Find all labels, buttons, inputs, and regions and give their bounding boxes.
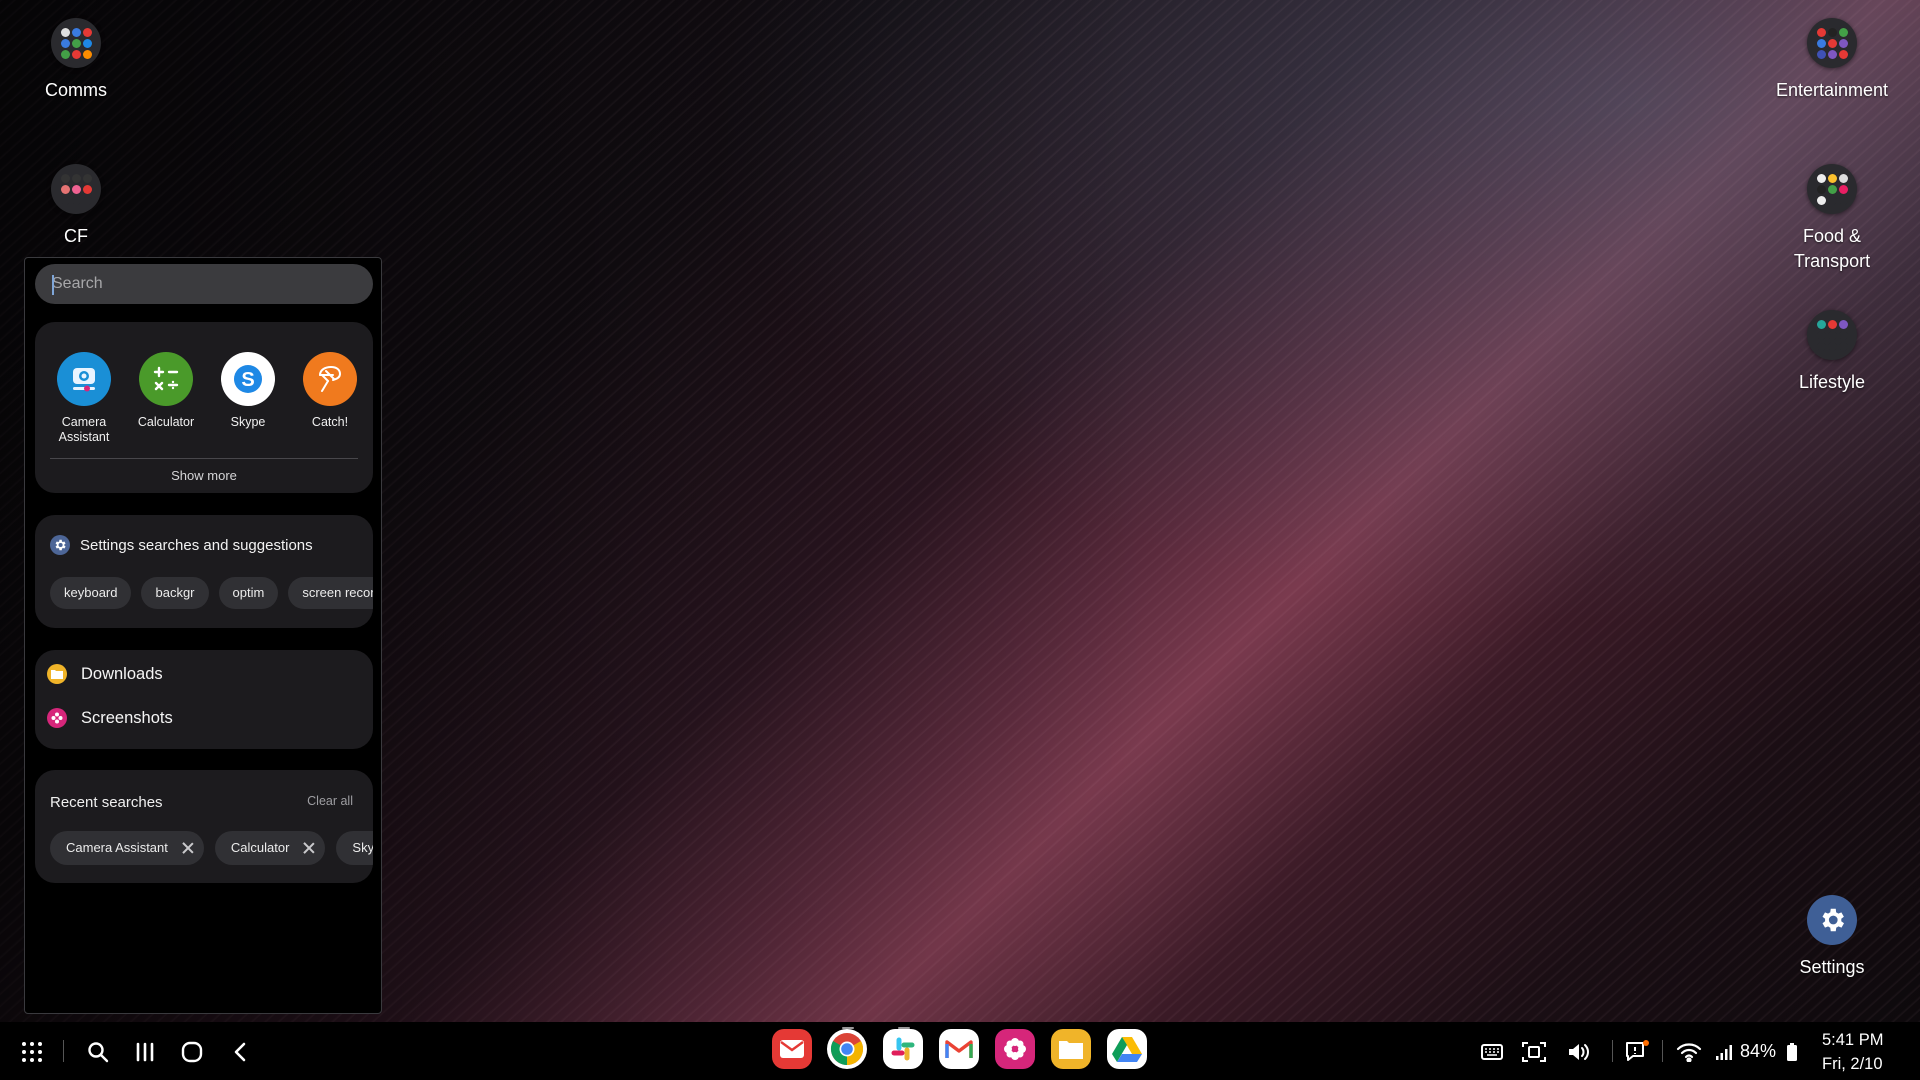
recents-icon[interactable] [129, 1036, 161, 1068]
wifi-icon[interactable] [1675, 1038, 1703, 1066]
slack-app-icon[interactable] [883, 1029, 923, 1069]
clock-date[interactable]: Fri, 2/10 [1822, 1055, 1883, 1074]
calculator-icon [139, 352, 193, 406]
suggestion-chip-backgr[interactable]: backgr [141, 577, 208, 609]
app-skype[interactable]: S Skype [207, 352, 289, 430]
suggestion-chip-optim[interactable]: optim [219, 577, 279, 609]
folder-cf[interactable]: CF [11, 164, 141, 249]
folder-entertainment[interactable]: Entertainment [1767, 18, 1897, 103]
folder-result-screenshots[interactable]: Screenshots [47, 708, 173, 728]
camera-assistant-icon [57, 352, 111, 406]
recent-search-label: Skyp [352, 831, 373, 865]
settings-suggestions-title: Settings searches and suggestions [80, 537, 313, 554]
show-more-button[interactable]: Show more [35, 468, 373, 483]
keyboard-icon[interactable] [1480, 1038, 1504, 1066]
apps-grid-icon[interactable] [16, 1036, 48, 1068]
recent-search-label: Calculator [231, 831, 290, 865]
search-icon[interactable] [82, 1036, 114, 1068]
clear-all-button[interactable]: Clear all [307, 794, 353, 808]
separator [1662, 1040, 1663, 1062]
suggestion-chips: keyboard backgr optim screen recor [50, 577, 373, 609]
folder-results-card: Downloads Screenshots [35, 650, 373, 749]
email-app-icon[interactable] [772, 1029, 812, 1069]
suggestion-chip-keyboard[interactable]: keyboard [50, 577, 131, 609]
folder-label: Entertainment [1767, 78, 1897, 103]
folder-icon [47, 664, 67, 684]
signal-icon [1713, 1038, 1735, 1066]
folder-lifestyle[interactable]: Lifestyle [1767, 310, 1897, 395]
skype-icon: S [221, 352, 275, 406]
folder-comms[interactable]: Comms [11, 18, 141, 103]
butterfly-net-icon [303, 352, 357, 406]
settings-shortcut[interactable]: Settings [1767, 895, 1897, 980]
app-label: Calculator [125, 415, 207, 430]
search-input[interactable] [35, 264, 373, 304]
volume-icon[interactable] [1566, 1038, 1592, 1066]
app-camera-assistant[interactable]: Camera Assistant [43, 352, 125, 445]
gear-icon [50, 535, 70, 555]
clock-time[interactable]: 5:41 PM [1822, 1031, 1883, 1050]
separator [1612, 1040, 1613, 1062]
recent-search-chip[interactable]: Calculator [215, 831, 326, 865]
suggestion-chip-screen-recorder[interactable]: screen recor [288, 577, 373, 609]
screen-capture-icon[interactable] [1522, 1038, 1546, 1066]
notification-icon[interactable] [1623, 1038, 1651, 1066]
divider [50, 458, 358, 459]
folder-icon [51, 164, 101, 214]
folder-food-transport[interactable]: Food & Transport [1767, 164, 1897, 274]
folder-label: Food & Transport [1782, 224, 1882, 274]
gear-icon [1807, 895, 1857, 945]
folder-result-label: Screenshots [81, 709, 173, 728]
gallery-app-icon[interactable] [995, 1029, 1035, 1069]
gmail-app-icon[interactable] [939, 1029, 979, 1069]
app-catch[interactable]: Catch! [289, 352, 371, 430]
battery-icon [1785, 1038, 1799, 1066]
recent-search-chips: Camera Assistant Calculator Skyp [50, 831, 373, 865]
my-files-app-icon[interactable] [1051, 1029, 1091, 1069]
app-results-card: Camera Assistant Calculator S Skype Catc… [35, 322, 373, 493]
folder-icon [1807, 18, 1857, 68]
folder-result-label: Downloads [81, 665, 163, 684]
google-drive-app-icon[interactable] [1107, 1029, 1147, 1069]
recent-search-label: Camera Assistant [66, 831, 168, 865]
separator [63, 1040, 64, 1062]
back-icon[interactable] [224, 1036, 256, 1068]
home-icon[interactable] [176, 1036, 208, 1068]
folder-result-downloads[interactable]: Downloads [47, 664, 163, 684]
chrome-app-icon[interactable] [827, 1029, 867, 1069]
folder-label: Lifestyle [1767, 370, 1897, 395]
text-cursor [52, 275, 54, 295]
folder-icon [1807, 164, 1857, 214]
folder-icon [1807, 310, 1857, 360]
folder-label: Comms [11, 78, 141, 103]
battery-percentage: 84% [1740, 1041, 1776, 1062]
settings-label: Settings [1767, 955, 1897, 980]
app-calculator[interactable]: Calculator [125, 352, 207, 430]
svg-text:S: S [241, 369, 254, 391]
settings-suggestions-header: Settings searches and suggestions [50, 535, 313, 555]
settings-suggestions-card: Settings searches and suggestions keyboa… [35, 515, 373, 628]
app-label: Camera Assistant [43, 415, 125, 445]
app-label: Catch! [289, 415, 371, 430]
folder-icon [51, 18, 101, 68]
close-icon[interactable] [182, 842, 194, 854]
recent-search-chip[interactable]: Camera Assistant [50, 831, 204, 865]
close-icon[interactable] [303, 842, 315, 854]
search-panel: Camera Assistant Calculator S Skype Catc… [24, 257, 382, 1014]
flower-icon [47, 708, 67, 728]
folder-label: CF [11, 224, 141, 249]
app-label: Skype [207, 415, 289, 430]
recent-searches-title: Recent searches [50, 794, 163, 811]
recent-searches-card: Recent searches Clear all Camera Assista… [35, 770, 373, 883]
recent-search-chip[interactable]: Skyp [336, 831, 373, 865]
taskbar: 84% 5:41 PM Fri, 2/10 [0, 1022, 1920, 1080]
